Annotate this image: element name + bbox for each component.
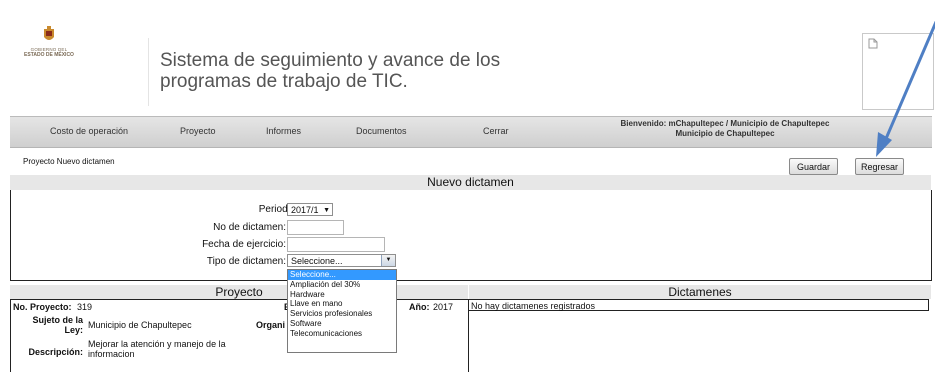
tipo-dictamen-options[interactable]: Seleccione... Ampliación del 30% Hardwar… [287, 269, 397, 353]
tipo-dictamen-value: Seleccione... [291, 256, 343, 266]
nav-proyecto[interactable]: Proyecto [180, 126, 216, 136]
save-button[interactable]: Guardar [789, 158, 838, 175]
breadcrumb: Proyecto Nuevo dictamen [23, 157, 115, 166]
welcome-message: Bienvenido: mChapultepec / Municipio de … [580, 119, 870, 139]
fecha-ejercicio-label: Fecha de ejercicio: [202, 239, 286, 250]
dropdown-option[interactable]: Seleccione... [288, 270, 396, 280]
dropdown-option[interactable]: Software [288, 319, 396, 329]
header-divider [148, 38, 149, 106]
dropdown-option[interactable]: Ampliación del 30% [288, 280, 396, 290]
sujeto-label-1: Sujeto de la [32, 315, 83, 325]
periodo-label: Periodo: [258, 204, 296, 215]
proyecto-panel: No. Proyecto: 319 E Año: 2017 Sujeto de … [10, 299, 469, 372]
descripcion-value-1: Mejorar la atención y manejo de la [88, 339, 226, 349]
anio-value: 2017 [433, 302, 454, 312]
annotation-arrow-icon [876, 20, 935, 157]
dropdown-option[interactable]: Telecomunicaciones [288, 329, 396, 339]
main-nav: Costo de operación Proyecto Informes Doc… [10, 116, 932, 148]
no-dictamen-label: No de dictamen: [213, 222, 286, 233]
fecha-ejercicio-input[interactable] [287, 237, 385, 252]
welcome-line-2: Municipio de Chapultepec [675, 129, 775, 138]
dictamenes-empty-message: No hay dictamenes registrados [468, 299, 929, 311]
chevron-down-icon: ▼ [323, 207, 330, 214]
organi-label: Organi [256, 320, 286, 330]
tipo-dictamen-label: Tipo de dictamen: [206, 256, 286, 267]
nav-documentos[interactable]: Documentos [356, 126, 407, 136]
dropdown-option[interactable]: Hardware [288, 290, 396, 300]
descripcion-value-2: informacion [88, 349, 135, 359]
anio-label: Año: [409, 302, 430, 312]
form-panel: Periodo: 2017/1 ▼ No de dictamen: Fecha … [10, 190, 932, 281]
app-title: Sistema de seguimiento y avance de los p… [160, 50, 500, 92]
dropdown-option[interactable]: Servicios profesionales [288, 309, 396, 319]
sujeto-value: Municipio de Chapultepec [88, 320, 192, 330]
no-proyecto-value: 319 [77, 302, 93, 312]
proyecto-section-title: Proyecto [10, 285, 468, 299]
logo-line-2: ESTADO DE MÉXICO [24, 52, 74, 58]
tipo-dictamen-select[interactable]: Seleccione... ▼ [287, 254, 396, 267]
nav-informes[interactable]: Informes [266, 126, 301, 136]
back-button[interactable]: Regresar [855, 158, 904, 175]
descripcion-label: Descripción: [28, 347, 83, 357]
nav-costo-operacion[interactable]: Costo de operación [50, 126, 128, 136]
nav-cerrar[interactable]: Cerrar [483, 126, 509, 136]
no-proyecto-label: No. Proyecto: [13, 302, 72, 312]
dictamenes-section-title: Dictamenes [469, 285, 931, 299]
periodo-value: 2017/1 [291, 205, 319, 215]
app-title-line-2: programas de trabajo de TIC. [160, 71, 408, 92]
coat-of-arms-icon [44, 26, 54, 40]
app-title-line-1: Sistema de seguimiento y avance de los [160, 50, 501, 71]
periodo-select[interactable]: 2017/1 ▼ [287, 203, 333, 216]
sujeto-label-2: Ley: [64, 325, 83, 335]
no-dictamen-input[interactable] [287, 220, 344, 235]
state-logo: GOBIERNO DEL ESTADO DE MÉXICO [14, 26, 84, 76]
form-title: Nuevo dictamen [10, 175, 931, 190]
welcome-line-1: Bienvenido: mChapultepec / Municipio de … [620, 119, 830, 128]
dropdown-option[interactable]: Llave en mano [288, 299, 396, 309]
dropdown-arrow-icon[interactable]: ▼ [381, 255, 395, 266]
